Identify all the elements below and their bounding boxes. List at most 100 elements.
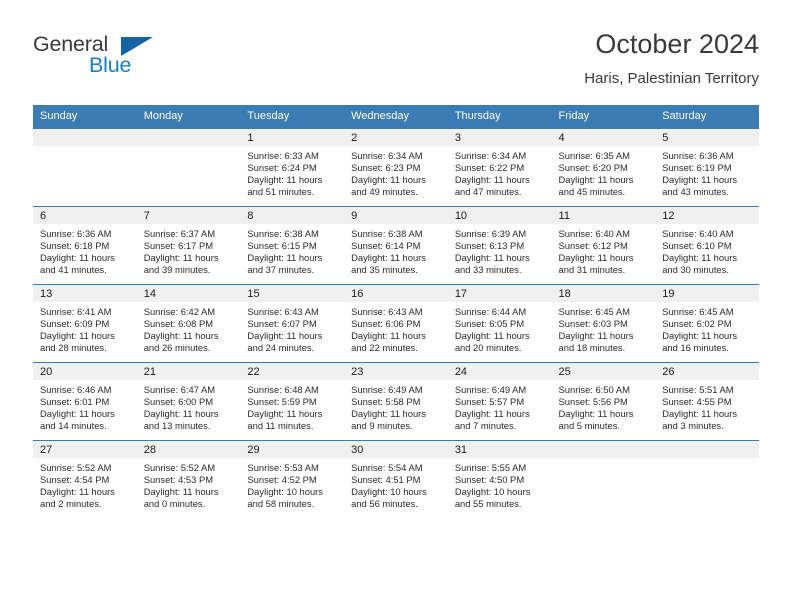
day-number: 13 [33,285,137,302]
sunrise-time: Sunrise: 6:48 AM [247,384,319,395]
daylight-duration-line2: and 5 minutes. [558,420,621,432]
calendar-week-row: 6 Sunrise: 6:36 AM Sunset: 6:18 PM Daylight… [33,206,759,285]
daylight-duration-line1: Daylight: 11 hours [662,252,738,264]
daylight-duration-line2: and 3 minutes. [662,420,724,432]
calendar-day-cell[interactable]: 4 Sunrise: 6:35 AM Sunset: 6:20 PM Daylight… [551,128,656,207]
calendar-day-cell[interactable]: 19 Sunrise: 6:45 AM Sunset: 6:02 PM Dayligh… [655,284,759,363]
day-number: 26 [655,363,759,380]
calendar-day-cell[interactable]: 16 Sunrise: 6:43 AM Sunset: 6:06 PM Dayligh… [344,284,448,363]
day-details: Sunrise: 6:45 AM Sunset: 6:02 PM Daylight:… [655,302,759,354]
calendar-day-cell[interactable]: 26 Sunrise: 5:51 AM Sunset: 4:55 PM Dayligh… [655,362,759,441]
calendar-day-cell[interactable] [136,128,241,207]
calendar-day-cell[interactable]: 3 Sunrise: 6:34 AM Sunset: 6:22 PM Daylight… [447,128,552,207]
weekday-header-saturday: Saturday [655,105,759,129]
sunset-time: Sunset: 4:54 PM [40,474,110,486]
day-number: 12 [655,207,759,224]
calendar-day-cell[interactable] [551,440,656,518]
calendar-day-cell[interactable]: 27 Sunrise: 5:52 AM Sunset: 4:54 PM Dayligh… [33,440,137,518]
day-details: Sunrise: 6:47 AM Sunset: 6:00 PM Daylight:… [137,380,241,432]
sunrise-time: Sunrise: 5:54 AM [351,462,423,473]
calendar-day-cell[interactable]: 17 Sunrise: 6:44 AM Sunset: 6:05 PM Dayligh… [447,284,552,363]
calendar-day-cell[interactable]: 12 Sunrise: 6:40 AM Sunset: 6:10 PM Dayligh… [655,206,759,285]
day-details: Sunrise: 6:49 AM Sunset: 5:58 PM Daylight:… [344,380,448,432]
day-cell-content [655,441,759,518]
calendar-day-cell[interactable] [33,128,137,207]
sunrise-time: Sunrise: 6:34 AM [351,150,423,161]
sunset-time: Sunset: 6:05 PM [454,318,525,330]
sunset-time: Sunset: 6:24 PM [247,162,317,174]
weekday-header-thursday: Thursday [447,105,552,129]
day-number: 9 [344,207,448,224]
sunset-time: Sunset: 6:13 PM [454,240,525,252]
day-cell-content: 24 Sunrise: 6:49 AM Sunset: 5:57 PM Dayligh… [447,363,552,440]
daylight-duration-line2: and 26 minutes. [143,342,211,354]
day-details: Sunrise: 6:49 AM Sunset: 5:57 PM Daylight:… [448,380,552,432]
daylight-duration-line1: Daylight: 11 hours [40,330,115,342]
sunset-time: Sunset: 6:23 PM [351,162,421,174]
day-cell-content: 26 Sunrise: 5:51 AM Sunset: 4:55 PM Dayligh… [655,363,759,440]
sunrise-time: Sunrise: 6:43 AM [351,306,423,317]
sunset-time: Sunset: 4:53 PM [143,474,214,486]
calendar-day-cell[interactable]: 20 Sunrise: 6:46 AM Sunset: 6:01 PM Dayligh… [33,362,137,441]
day-details: Sunrise: 6:50 AM Sunset: 5:56 PM Daylight:… [552,380,656,432]
day-number: 31 [447,441,552,458]
day-number [136,129,241,146]
weekday-header-monday: Monday [136,105,241,129]
calendar-day-cell[interactable] [655,440,759,518]
day-cell-content: 28 Sunrise: 5:52 AM Sunset: 4:53 PM Dayligh… [136,441,241,518]
daylight-duration-line2: and 58 minutes. [247,498,315,510]
calendar-day-cell[interactable]: 2 Sunrise: 6:34 AM Sunset: 6:23 PM Daylight… [344,128,448,207]
daylight-duration-line2: and 37 minutes. [247,264,315,276]
calendar-day-cell[interactable]: 23 Sunrise: 6:49 AM Sunset: 5:58 PM Dayligh… [344,362,448,441]
calendar-day-cell[interactable]: 25 Sunrise: 6:50 AM Sunset: 5:56 PM Dayligh… [551,362,656,441]
calendar-day-cell[interactable]: 6 Sunrise: 6:36 AM Sunset: 6:18 PM Daylight… [33,206,137,285]
day-number: 15 [240,285,345,302]
calendar-day-cell[interactable]: 7 Sunrise: 6:37 AM Sunset: 6:17 PM Daylight… [136,206,241,285]
page-header: General Blue October 2024 Haris, Palesti… [33,28,759,96]
day-cell-content: 25 Sunrise: 6:50 AM Sunset: 5:56 PM Dayligh… [551,363,656,440]
calendar-day-cell[interactable]: 18 Sunrise: 6:45 AM Sunset: 6:03 PM Dayligh… [551,284,656,363]
daylight-duration-line2: and 56 minutes. [351,498,418,510]
daylight-duration-line2: and 16 minutes. [662,342,729,354]
day-details: Sunrise: 5:53 AM Sunset: 4:52 PM Daylight:… [240,458,344,510]
day-cell-content: 11 Sunrise: 6:40 AM Sunset: 6:12 PM Dayligh… [551,207,656,284]
day-details: Sunrise: 6:34 AM Sunset: 6:22 PM Daylight:… [448,146,552,198]
day-cell-content: 2 Sunrise: 6:34 AM Sunset: 6:23 PM Daylight… [344,129,448,206]
calendar-day-cell[interactable]: 10 Sunrise: 6:39 AM Sunset: 6:13 PM Dayligh… [447,206,552,285]
calendar-day-cell[interactable]: 30 Sunrise: 5:54 AM Sunset: 4:51 PM Dayligh… [344,440,448,518]
calendar-day-cell[interactable]: 5 Sunrise: 6:36 AM Sunset: 6:19 PM Daylight… [655,128,759,207]
calendar-day-cell[interactable]: 14 Sunrise: 6:42 AM Sunset: 6:08 PM Dayligh… [136,284,241,363]
day-number: 18 [551,285,656,302]
day-number: 11 [551,207,656,224]
sunrise-time: Sunrise: 6:44 AM [454,306,527,317]
calendar-day-cell[interactable]: 1 Sunrise: 6:33 AM Sunset: 6:24 PM Daylight… [240,128,345,207]
day-cell-content: 10 Sunrise: 6:39 AM Sunset: 6:13 PM Dayligh… [447,207,552,284]
calendar-day-cell[interactable]: 9 Sunrise: 6:38 AM Sunset: 6:14 PM Daylight… [344,206,448,285]
sunset-time: Sunset: 6:19 PM [662,162,732,174]
calendar-day-cell[interactable]: 31 Sunrise: 5:55 AM Sunset: 4:50 PM Dayligh… [447,440,552,518]
day-number: 22 [240,363,345,380]
calendar-day-cell[interactable]: 24 Sunrise: 6:49 AM Sunset: 5:57 PM Dayligh… [447,362,552,441]
day-number: 7 [136,207,241,224]
calendar-day-cell[interactable]: 11 Sunrise: 6:40 AM Sunset: 6:12 PM Dayligh… [551,206,656,285]
daylight-duration-line1: Daylight: 10 hours [454,486,531,498]
day-number: 3 [447,129,552,146]
daylight-duration-line1: Daylight: 10 hours [351,486,427,498]
calendar-day-cell[interactable]: 13 Sunrise: 6:41 AM Sunset: 6:09 PM Dayligh… [33,284,137,363]
day-number [33,129,137,146]
calendar-day-cell[interactable]: 15 Sunrise: 6:43 AM Sunset: 6:07 PM Dayligh… [240,284,345,363]
sunset-time: Sunset: 6:06 PM [351,318,421,330]
day-cell-content: 13 Sunrise: 6:41 AM Sunset: 6:09 PM Dayligh… [33,285,137,362]
calendar-day-cell[interactable]: 22 Sunrise: 6:48 AM Sunset: 5:59 PM Dayligh… [240,362,345,441]
sunrise-sunset-calendar: Sunday Monday Tuesday Wednesday Thursday… [33,105,759,518]
calendar-day-cell[interactable]: 8 Sunrise: 6:38 AM Sunset: 6:15 PM Daylight… [240,206,345,285]
sunrise-time: Sunrise: 5:53 AM [247,462,319,473]
calendar-day-cell[interactable]: 21 Sunrise: 6:47 AM Sunset: 6:00 PM Dayligh… [136,362,241,441]
sunset-time: Sunset: 5:58 PM [351,396,421,408]
daylight-duration-line2: and 39 minutes. [143,264,211,276]
calendar-day-cell[interactable]: 28 Sunrise: 5:52 AM Sunset: 4:53 PM Dayligh… [136,440,241,518]
sunrise-time: Sunrise: 5:52 AM [40,462,112,473]
daylight-duration-line2: and 14 minutes. [40,420,107,432]
day-number: 24 [447,363,552,380]
calendar-day-cell[interactable]: 29 Sunrise: 5:53 AM Sunset: 4:52 PM Dayligh… [240,440,345,518]
